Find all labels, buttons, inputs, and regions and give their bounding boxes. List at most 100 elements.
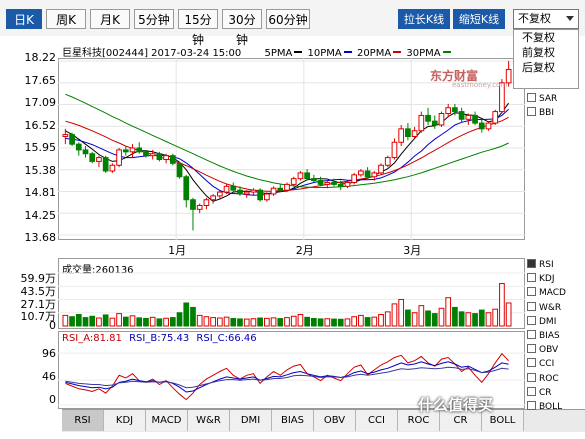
indicator-toggle-dmi[interactable]: DMI xyxy=(527,315,556,328)
candlestick xyxy=(257,188,263,202)
indicator-toggle-kdj[interactable]: KDJ xyxy=(527,273,555,285)
checkbox-icon xyxy=(527,93,536,102)
indicator-label: CR xyxy=(539,387,552,398)
indicator-label: BIAS xyxy=(539,331,560,341)
candlestick xyxy=(398,125,405,147)
indicator-toggle-macd[interactable]: MACD xyxy=(527,287,566,299)
volume-bar xyxy=(216,317,223,327)
candle-body xyxy=(169,155,176,164)
adjust-option-forward[interactable]: 前复权 xyxy=(514,45,578,60)
checkbox-icon xyxy=(527,259,536,268)
tab-kdj[interactable]: KDJ xyxy=(104,410,146,431)
ma-line-30pma xyxy=(65,93,509,188)
volume-bar xyxy=(499,283,505,327)
adjust-option-backward[interactable]: 后复权 xyxy=(514,60,578,75)
candlestick xyxy=(264,192,270,202)
indicator-label: W&R xyxy=(539,302,562,313)
period-button-1[interactable]: 周K xyxy=(46,9,86,29)
tab-bias[interactable]: BIAS xyxy=(272,410,314,431)
volume-bar xyxy=(391,303,398,327)
volume-bar xyxy=(143,317,149,327)
volume-bar xyxy=(89,315,96,327)
price-y-tick: 17.09 xyxy=(24,96,57,109)
candle-body xyxy=(223,185,230,193)
candle-body xyxy=(183,176,190,201)
volume-bar xyxy=(405,309,411,327)
overlay-toggle-sar[interactable]: SAR xyxy=(527,93,557,105)
volume-bar xyxy=(75,313,82,327)
volume-bar xyxy=(344,318,351,327)
tab-macd[interactable]: MACD xyxy=(146,410,188,431)
tab-dmi[interactable]: DMI xyxy=(230,410,272,431)
candlestick xyxy=(190,197,196,231)
indicator-toggle-cci[interactable]: CCI xyxy=(527,358,554,370)
candle-body xyxy=(304,172,310,180)
checkbox-icon xyxy=(527,401,536,410)
candle-body xyxy=(69,134,75,145)
candlestick xyxy=(169,153,176,166)
candle-body xyxy=(264,193,270,201)
volume-bar xyxy=(351,316,358,327)
candlestick xyxy=(176,161,183,179)
volume-bar xyxy=(364,317,371,327)
volume-bar xyxy=(250,318,257,327)
candle-body xyxy=(190,199,196,210)
volume-bar xyxy=(317,318,324,327)
candle-body xyxy=(337,183,344,187)
adjust-dropdown-menu: 不复权 前复权 后复权 xyxy=(513,29,579,89)
adjust-select[interactable]: 不复权 xyxy=(513,9,579,29)
indicator-toggle-boll[interactable]: BOLL xyxy=(527,401,562,413)
tab-cci[interactable]: CCI xyxy=(356,410,398,431)
candlestick xyxy=(405,123,411,141)
tab-wr[interactable]: W&R xyxy=(188,410,230,431)
candlestick xyxy=(223,184,230,194)
volume-bar xyxy=(492,308,499,327)
period-button-2[interactable]: 月K xyxy=(90,9,130,29)
price-x-tick: 2月 xyxy=(295,244,314,257)
volume-bar xyxy=(324,318,331,327)
period-button-6[interactable]: 60分钟 xyxy=(266,9,310,29)
indicator-toggle-rsi[interactable]: RSI xyxy=(527,259,554,271)
volume-bar-chart[interactable] xyxy=(58,258,525,329)
volume-bar xyxy=(156,318,163,327)
indicator-toggle-obv[interactable]: OBV xyxy=(527,344,558,356)
period-button-0[interactable]: 日K xyxy=(6,9,42,29)
tab-obv[interactable]: OBV xyxy=(314,410,356,431)
shrink-kline-button[interactable]: 缩短K线 xyxy=(453,9,505,29)
indicator-toggle-cr[interactable]: CR xyxy=(527,386,552,399)
overlay-toggle-bbi[interactable]: BBI xyxy=(527,107,554,119)
price-x-tick: 3月 xyxy=(403,244,422,257)
adjust-option-none[interactable]: 不复权 xyxy=(514,30,578,45)
volume-bar xyxy=(371,316,378,327)
period-button-4[interactable]: 15分钟 xyxy=(178,9,218,47)
indicator-toggle-wr[interactable]: W&R xyxy=(527,301,562,314)
indicator-toggle-roc[interactable]: ROC xyxy=(527,372,559,385)
period-button-5[interactable]: 30分钟 xyxy=(222,9,262,47)
stretch-kline-button[interactable]: 拉长K线 xyxy=(398,9,450,29)
candlestick xyxy=(431,115,438,129)
volume-bar xyxy=(418,305,425,327)
volume-bar xyxy=(505,302,512,327)
price-y-tick: 15.95 xyxy=(24,141,57,154)
candlestick xyxy=(183,174,190,208)
candlestick xyxy=(96,155,102,168)
candlestick xyxy=(492,109,499,126)
candlestick xyxy=(485,121,492,131)
rsi-line-rsi_b xyxy=(65,361,509,393)
volume-bar xyxy=(163,317,169,327)
volume-bar xyxy=(485,312,492,327)
price-y-tick: 18.22 xyxy=(24,51,57,64)
tab-rsi[interactable]: RSI xyxy=(62,410,104,431)
indicator-toggle-bias[interactable]: BIAS xyxy=(527,330,560,342)
checkbox-icon xyxy=(527,358,536,368)
period-button-3[interactable]: 5分钟 xyxy=(134,9,174,29)
candlestick xyxy=(284,182,290,193)
volume-bar xyxy=(223,316,230,327)
price-y-tick: 17.65 xyxy=(24,73,57,87)
candle-body xyxy=(418,114,425,132)
volume-bar xyxy=(452,306,458,327)
candle-body xyxy=(384,157,391,166)
volume-bar xyxy=(331,318,337,327)
candlestick xyxy=(364,167,371,179)
candle-body xyxy=(371,172,378,178)
